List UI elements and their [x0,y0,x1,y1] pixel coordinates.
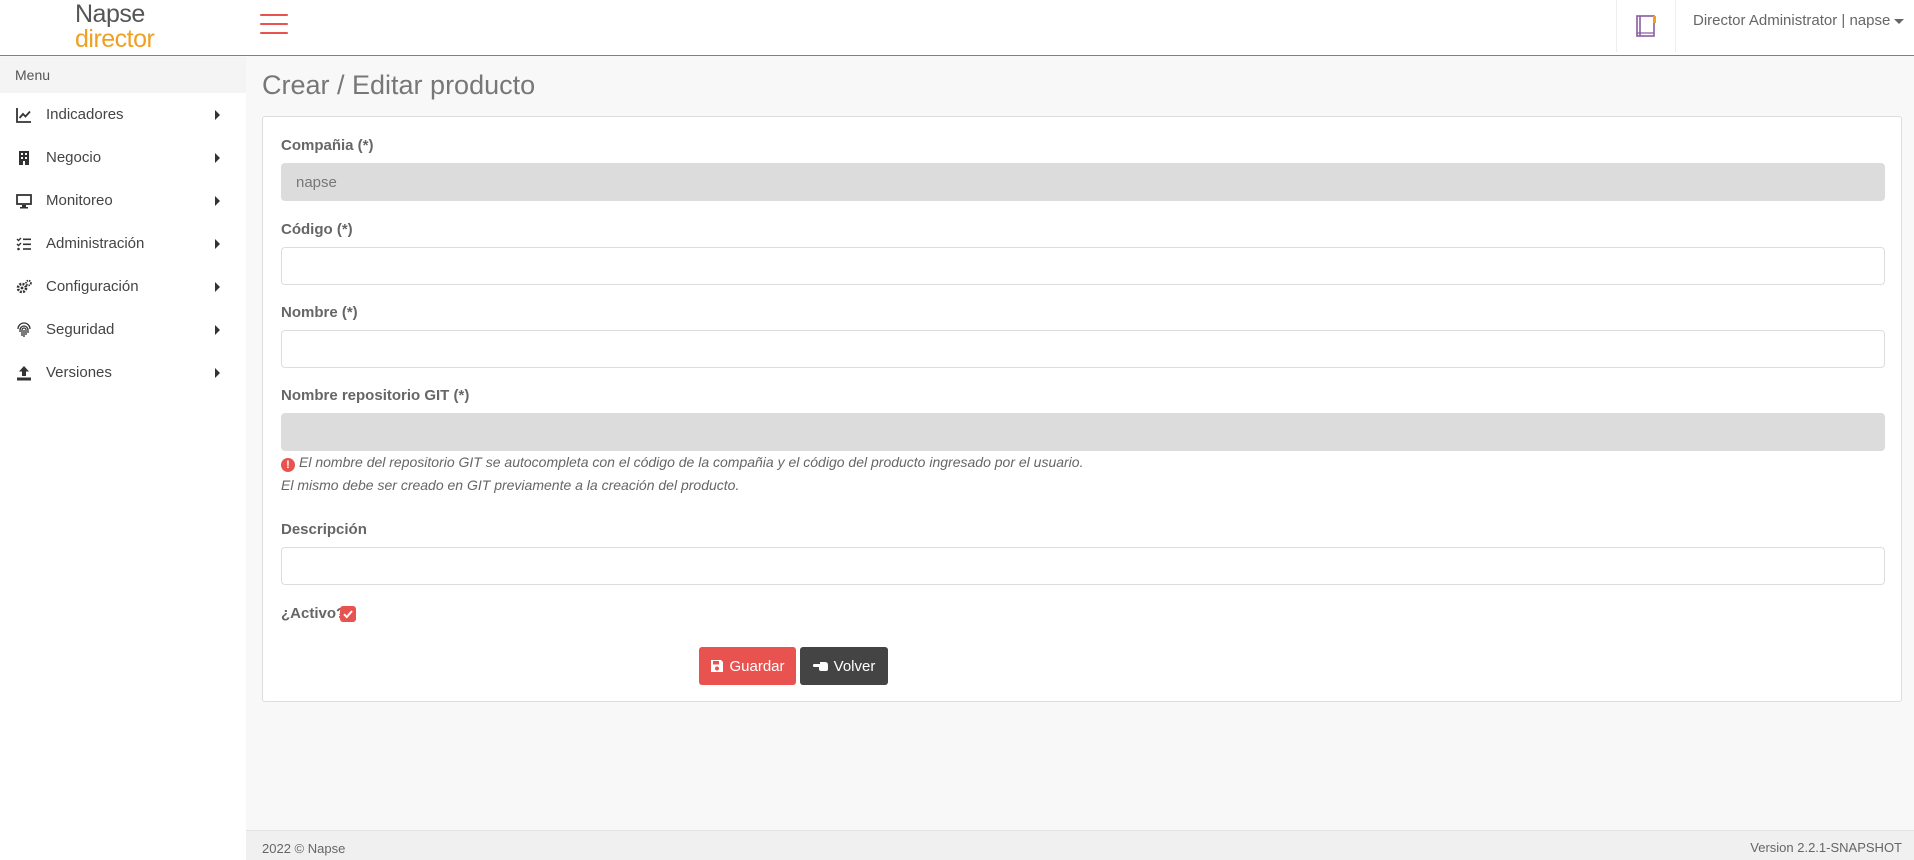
sidebar-item-administracion[interactable]: Administración [0,222,246,265]
company-label: Compañia (*) [281,137,374,154]
caret-right-icon [215,196,220,206]
sidebar-item-label: Configuración [46,278,139,295]
git-hint-line-1: ! El nombre del repositorio GIT se autoco… [281,454,1083,472]
name-label: Nombre (*) [281,304,358,321]
building-icon [19,151,29,165]
name-input[interactable] [281,330,1885,368]
sidebar-item-label: Administración [46,235,145,252]
sidebar-item-label: Seguridad [46,321,115,338]
page-title: Crear / Editar producto [262,70,536,100]
info-icon: ! [281,458,295,472]
sidebar-item-seguridad[interactable]: Seguridad [0,308,246,351]
caret-right-icon [215,282,220,292]
gears-icon [16,279,32,294]
caret-right-icon [215,325,220,335]
code-input[interactable] [281,247,1885,285]
sidebar-item-label: Negocio [46,149,102,166]
product-form-card: Compañia (*) Código (*) Nombre (*) Nombr… [262,116,1902,702]
caret-down-icon [1894,18,1905,24]
hamburger-menu-icon[interactable] [260,14,288,36]
chart-line-icon [16,108,31,123]
active-checkbox[interactable] [340,606,356,622]
sidebar-item-label: Indicadores [46,106,124,123]
git-repo-field [281,413,1885,451]
tasks-list-icon [16,237,31,251]
upload-icon [17,366,31,381]
sidebar-item-indicadores[interactable]: Indicadores [0,93,246,136]
code-label: Código (*) [281,221,353,238]
logo-line-1: Napse [75,0,145,28]
caret-right-icon [215,110,220,120]
sidebar-item-configuracion[interactable]: Configuración [0,265,246,308]
sidebar: Menu Indicadores Negocio Monitoreo Admin… [0,57,246,860]
monitor-icon [16,194,32,209]
git-hint-line-2: El mismo debe ser creado en GIT previame… [281,477,740,493]
footer-copyright: 2022 © Napse [262,841,346,856]
save-button-label: Guardar [729,657,785,675]
footer: 2022 © Napse Version 2.2.1-SNAPSHOT [246,830,1914,860]
hand-pointing-left-icon [812,662,828,671]
description-input[interactable] [281,547,1885,585]
sidebar-item-versiones[interactable]: Versiones [0,351,246,394]
sidebar-item-monitoreo[interactable]: Monitoreo [0,179,246,222]
active-label: ¿Activo? [281,605,346,622]
napse-director-logo[interactable]: Napse director [75,2,185,52]
sidebar-item-label: Versiones [46,364,112,381]
caret-right-icon [215,153,220,163]
top-navbar: Napse director Director Administrator | … [0,0,1914,56]
caret-right-icon [215,368,220,378]
sidebar-item-negocio[interactable]: Negocio [0,136,246,179]
sidebar-item-label: Monitoreo [46,192,113,209]
git-repo-label: Nombre repositorio GIT (*) [281,387,470,404]
back-button-label: Volver [833,657,876,675]
save-button[interactable]: Guardar [699,647,796,685]
description-label: Descripción [281,521,367,538]
footer-version: Version 2.2.1-SNAPSHOT [1750,840,1902,855]
git-hint-text-1: El nombre del repositorio GIT se autocom… [299,454,1084,470]
floppy-disk-icon [711,660,724,672]
caret-right-icon [215,239,220,249]
back-button[interactable]: Volver [800,647,888,685]
book-icon [1636,15,1656,37]
user-label: Director Administrator | napse [1693,12,1891,29]
user-dropdown[interactable]: Director Administrator | napse [1693,12,1905,29]
fingerprint-icon [17,322,31,337]
book-button[interactable] [1616,0,1676,52]
company-field [281,163,1885,201]
check-icon [343,610,353,619]
sidebar-title: Menu [0,57,246,93]
logo-line-2: director [75,25,155,53]
